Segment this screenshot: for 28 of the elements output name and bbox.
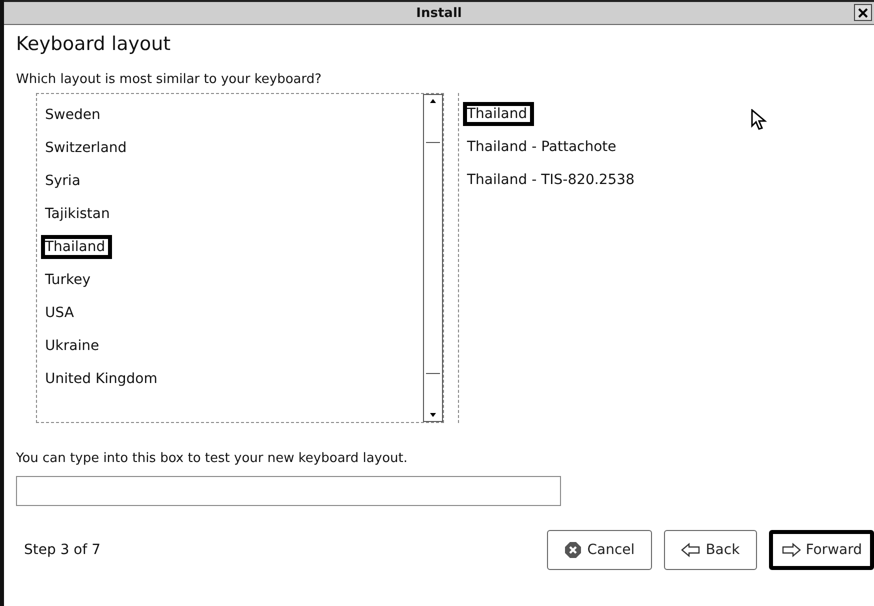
variant-item[interactable]: Thailand	[459, 97, 874, 130]
scrollbar[interactable]	[423, 94, 443, 422]
country-item[interactable]: Turkey	[37, 263, 421, 296]
forward-button[interactable]: Forward	[768, 530, 874, 570]
country-item[interactable]: Syria	[37, 164, 421, 197]
back-button[interactable]: Back	[664, 530, 757, 570]
country-item[interactable]: USA	[37, 296, 421, 329]
close-icon	[857, 6, 869, 18]
test-prompt: You can type into this box to test your new keyboard layout.	[16, 451, 408, 466]
country-item[interactable]: Sweden	[37, 98, 421, 131]
mouse-pointer-icon	[751, 109, 767, 131]
back-arrow-icon	[680, 542, 701, 558]
country-item[interactable]: United Kingdom	[37, 362, 421, 395]
cancel-button[interactable]: Cancel	[547, 530, 652, 570]
variant-item[interactable]: Thailand - Pattachote	[459, 130, 874, 163]
country-item[interactable]: Switzerland	[37, 131, 421, 164]
step-indicator: Step 3 of 7	[24, 542, 101, 558]
question-text: Which layout is most similar to your keyboard?	[16, 72, 323, 87]
variant-item[interactable]: Thailand - TIS-820.2538	[459, 163, 874, 196]
country-item[interactable]: Thailand	[37, 230, 421, 263]
close-button[interactable]	[854, 4, 872, 21]
country-item[interactable]: Tajikistan	[37, 197, 421, 230]
country-item[interactable]: Ukraine	[37, 329, 421, 362]
test-input-field[interactable]	[16, 476, 561, 506]
page-heading: Keyboard layout	[16, 33, 172, 55]
window-title: Install	[416, 6, 462, 20]
cancel-icon	[564, 541, 582, 559]
forward-arrow-icon	[780, 542, 801, 558]
